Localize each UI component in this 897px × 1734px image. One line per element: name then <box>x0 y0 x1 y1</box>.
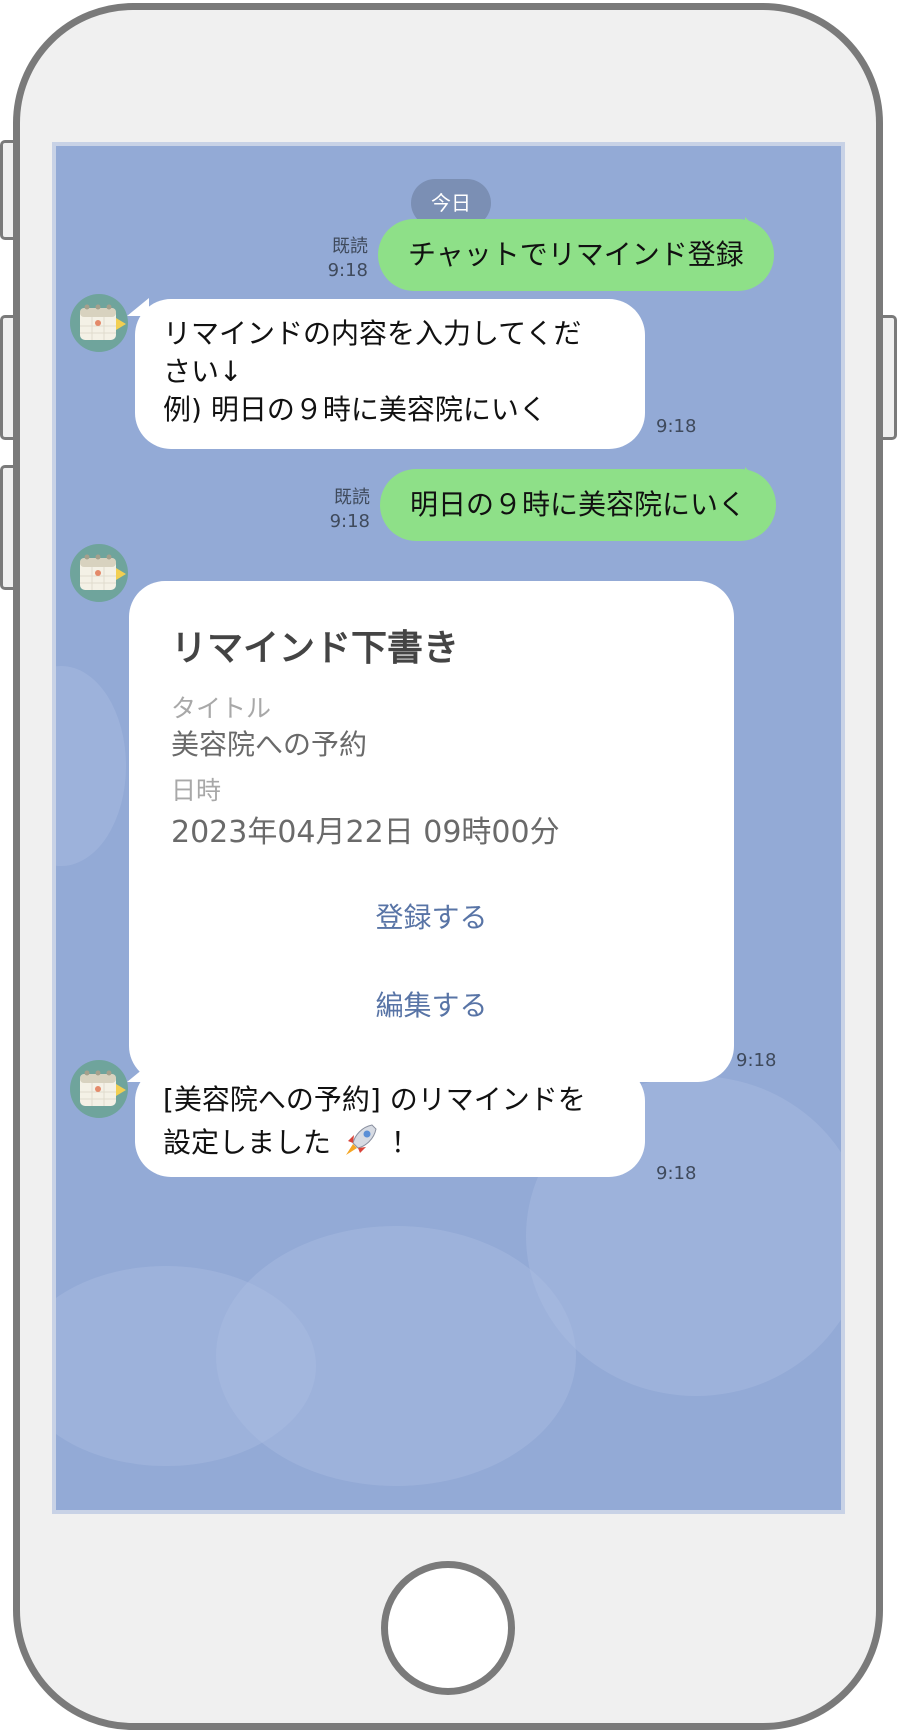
message-time: 9:18 <box>656 416 697 437</box>
message-line: 例) 明日の９時に美容院にいく <box>163 393 547 426</box>
read-receipt: 既読 9:18 <box>316 486 370 534</box>
message-line: [美容院への予約] のリマインドを <box>163 1083 586 1116</box>
edit-button[interactable]: 編集する <box>129 984 734 1024</box>
calendar-icon <box>80 304 126 340</box>
user-message-bubble[interactable]: チャットでリマインド登録 <box>378 219 774 291</box>
bot-avatar[interactable] <box>70 1060 128 1118</box>
background-cloud <box>56 666 126 866</box>
bot-message-bubble[interactable]: リマインドの内容を入力してくだ さい↓ 例) 明日の９時に美容院にいく <box>135 299 645 449</box>
chat-screen[interactable]: 今日 既読 9:18 チャットでリマインド登録 リマインドの内容を入力してくだ … <box>52 142 845 1514</box>
message-time: 9:18 <box>656 1163 697 1184</box>
home-button[interactable] <box>381 1561 515 1695</box>
message-text: 明日の９時に美容院にいく <box>410 488 747 521</box>
datetime-label: 日時 <box>171 776 222 805</box>
message-text: 設定しました <box>163 1126 332 1159</box>
read-receipt: 既読 9:18 <box>314 235 368 283</box>
calendar-icon <box>80 554 126 590</box>
message-line: 設定しました ！ <box>163 1119 617 1169</box>
message-line: リマインドの内容を入力してくだ <box>163 317 582 350</box>
rocket-icon <box>342 1119 382 1169</box>
register-button[interactable]: 登録する <box>129 896 734 936</box>
reminder-draft-card: リマインド下書き タイトル 美容院への予約 日時 2023年04月22日 09時… <box>129 581 734 1082</box>
bubble-tail <box>745 217 767 239</box>
card-title: リマインド下書き <box>171 628 460 669</box>
calendar-icon <box>80 1070 126 1106</box>
message-time: 9:18 <box>329 511 370 532</box>
datetime-value: 2023年04月22日 09時00分 <box>171 815 560 850</box>
message-line: さい↓ <box>163 355 243 388</box>
bot-avatar[interactable] <box>70 544 128 602</box>
title-label: タイトル <box>171 694 272 723</box>
read-label: 既読 <box>334 487 370 508</box>
read-label: 既読 <box>332 236 368 257</box>
message-time: 9:18 <box>327 260 368 281</box>
user-message-bubble[interactable]: 明日の９時に美容院にいく <box>380 469 777 541</box>
bot-avatar[interactable] <box>70 294 128 352</box>
message-time: 9:18 <box>736 1050 777 1071</box>
message-text: ！ <box>390 1126 419 1159</box>
background-cloud <box>216 1226 576 1486</box>
title-value: 美容院への予約 <box>171 728 368 761</box>
bot-message-bubble[interactable]: [美容院への予約] のリマインドを 設定しました ！ <box>135 1065 645 1177</box>
bubble-tail <box>745 467 767 489</box>
message-text: チャットでリマインド登録 <box>408 238 744 271</box>
